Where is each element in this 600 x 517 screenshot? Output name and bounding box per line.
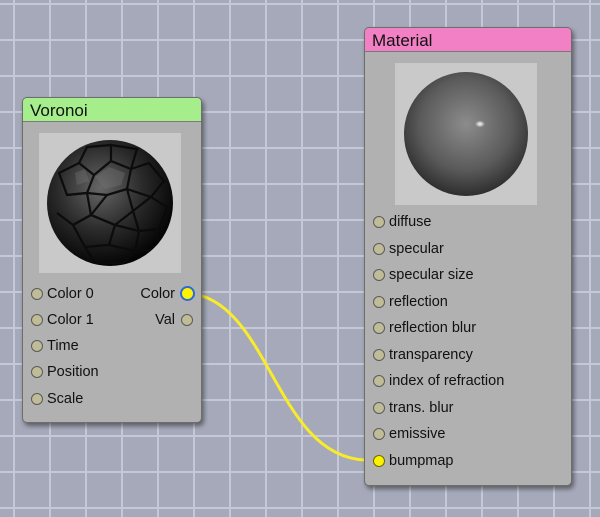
port-label: specular <box>389 241 444 257</box>
input-port-icon[interactable] <box>373 455 385 467</box>
input-port-icon[interactable] <box>373 349 385 361</box>
input-port-icon[interactable] <box>373 375 385 387</box>
port-label: emissive <box>389 426 446 442</box>
port-label: Val <box>155 312 175 328</box>
voronoi-node[interactable]: Voronoi Color 0 Color 1 Time Position Sc… <box>22 97 202 423</box>
input-port-icon[interactable] <box>373 296 385 308</box>
port-label: Color <box>140 286 175 302</box>
material-sphere-preview <box>404 72 528 196</box>
port-label: Scale <box>47 391 84 407</box>
input-port-icon[interactable] <box>373 216 385 228</box>
input-port-icon[interactable] <box>31 393 43 405</box>
material-node[interactable]: Material diffuse specular specular size … <box>364 27 572 486</box>
port-label: transparency <box>389 347 473 363</box>
material-node-title: Material <box>372 31 433 50</box>
input-port-icon[interactable] <box>373 322 385 334</box>
input-port-icon[interactable] <box>31 366 43 378</box>
input-port-icon[interactable] <box>373 428 385 440</box>
port-label: index of refraction <box>389 373 505 389</box>
input-port-icon[interactable] <box>373 243 385 255</box>
port-label: Position <box>47 364 99 380</box>
port-label: bumpmap <box>389 453 454 469</box>
input-port-icon[interactable] <box>373 269 385 281</box>
port-label: Color 0 <box>47 286 94 302</box>
input-port-icon[interactable] <box>31 288 43 300</box>
port-label: specular size <box>389 267 474 283</box>
voronoi-node-header[interactable]: Voronoi <box>23 98 201 122</box>
voronoi-preview <box>39 133 181 273</box>
port-label: reflection blur <box>389 320 477 336</box>
input-port-icon[interactable] <box>31 314 43 326</box>
input-port-icon[interactable] <box>31 340 43 352</box>
voronoi-sphere-preview <box>47 140 173 266</box>
port-label: reflection <box>389 294 448 310</box>
material-node-header[interactable]: Material <box>365 28 571 52</box>
port-label: trans. blur <box>389 400 454 416</box>
output-port-icon[interactable] <box>181 314 193 326</box>
voronoi-node-title: Voronoi <box>30 101 88 120</box>
voronoi-output-val[interactable]: Val <box>117 310 197 330</box>
voronoi-output-color[interactable]: Color <box>117 284 197 304</box>
port-label: Time <box>47 338 79 354</box>
output-port-icon[interactable] <box>180 286 195 301</box>
material-preview <box>395 63 537 205</box>
port-label: diffuse <box>389 214 432 230</box>
input-port-icon[interactable] <box>373 402 385 414</box>
port-label: Color 1 <box>47 312 94 328</box>
